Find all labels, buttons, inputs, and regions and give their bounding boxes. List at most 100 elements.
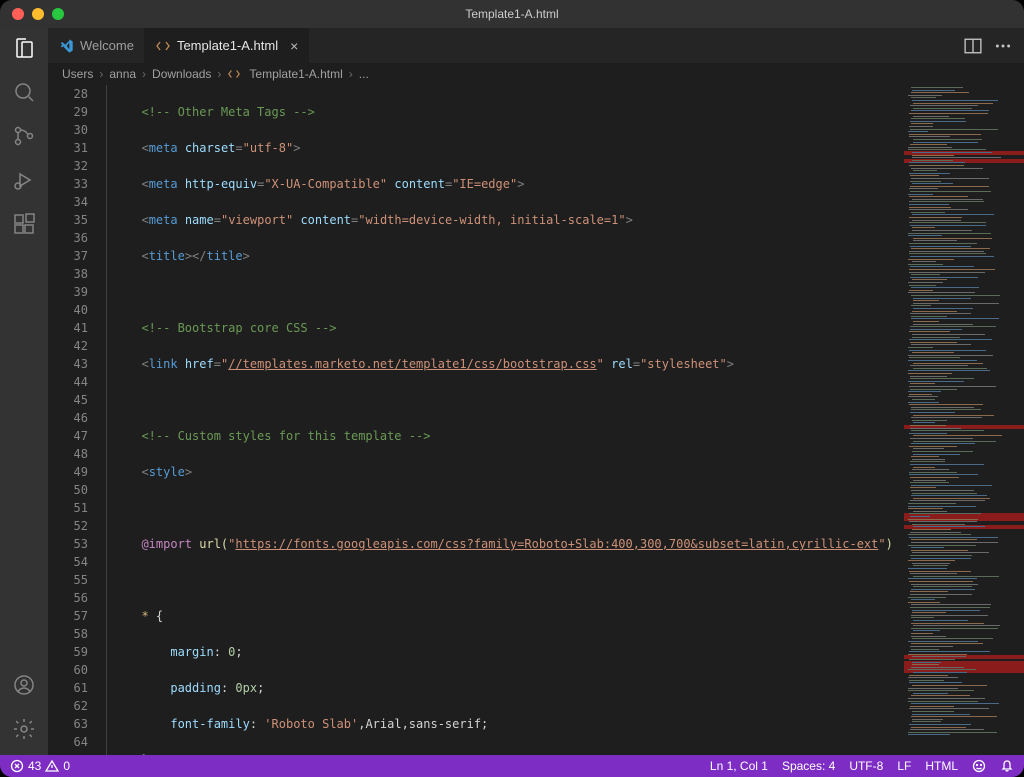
line-number: 33 bbox=[48, 175, 88, 193]
code-area[interactable]: <!-- Other Meta Tags --> <meta charset="… bbox=[106, 85, 904, 755]
minimap-line bbox=[912, 529, 951, 530]
line-number: 63 bbox=[48, 715, 88, 733]
notifications-bell-icon[interactable] bbox=[1000, 759, 1014, 773]
window-title: Template1-A.html bbox=[465, 7, 558, 21]
encoding[interactable]: UTF-8 bbox=[849, 759, 883, 773]
crumb-file[interactable]: Template1-A.html bbox=[249, 67, 342, 81]
search-icon[interactable] bbox=[12, 80, 36, 104]
code-token: font-family bbox=[170, 717, 249, 731]
minimap-line bbox=[910, 181, 941, 182]
code-token: href bbox=[185, 357, 214, 371]
minimap-line bbox=[913, 672, 967, 673]
minimap-line bbox=[910, 246, 971, 247]
line-number: 46 bbox=[48, 409, 88, 427]
minimap-line bbox=[912, 90, 955, 91]
minimap-line bbox=[912, 157, 1001, 158]
minimap-line bbox=[908, 131, 928, 132]
code-token: margin bbox=[170, 645, 213, 659]
minimap-line bbox=[911, 295, 1000, 296]
crumb-more[interactable]: ... bbox=[359, 67, 369, 81]
minimap-line bbox=[908, 578, 977, 579]
minimap-line bbox=[910, 428, 961, 429]
code-token bbox=[178, 177, 185, 191]
minimap-line bbox=[910, 500, 985, 501]
explorer-icon[interactable] bbox=[12, 36, 36, 60]
warning-triangle-icon bbox=[45, 759, 59, 773]
minimap[interactable]: /* generated below by loop */ bbox=[904, 85, 1024, 755]
more-actions-icon[interactable] bbox=[994, 37, 1012, 55]
split-editor-icon[interactable] bbox=[964, 37, 982, 55]
tab-welcome[interactable]: Welcome bbox=[48, 28, 145, 63]
minimap-line bbox=[911, 584, 978, 585]
minimap-line bbox=[910, 342, 957, 343]
minimap-line bbox=[911, 274, 940, 275]
minimap-line bbox=[911, 316, 947, 317]
error-circle-icon bbox=[10, 759, 24, 773]
minimap-line bbox=[909, 571, 971, 572]
code-token: { bbox=[149, 609, 163, 623]
close-window-button[interactable] bbox=[12, 8, 24, 20]
code-token: : bbox=[221, 681, 235, 695]
minimap-line bbox=[912, 469, 949, 470]
minimap-line bbox=[911, 409, 981, 410]
language-mode[interactable]: HTML bbox=[925, 759, 958, 773]
minimap-line bbox=[909, 682, 962, 683]
crumb-anna[interactable]: anna bbox=[109, 67, 136, 81]
minimap-line bbox=[913, 240, 957, 241]
minimap-line bbox=[912, 352, 954, 353]
code-token: "utf-8" bbox=[243, 141, 294, 155]
accounts-icon[interactable] bbox=[12, 673, 36, 697]
code-token: < bbox=[127, 465, 149, 479]
line-number: 29 bbox=[48, 103, 88, 121]
feedback-icon[interactable] bbox=[972, 759, 986, 773]
minimap-line bbox=[913, 303, 999, 304]
minimap-line bbox=[908, 506, 976, 507]
line-number: 53 bbox=[48, 535, 88, 553]
minimap-line bbox=[912, 155, 954, 156]
line-number: 64 bbox=[48, 733, 88, 751]
extensions-icon[interactable] bbox=[12, 212, 36, 236]
line-number: 59 bbox=[48, 643, 88, 661]
minimap-line bbox=[910, 706, 954, 707]
code-token: rel bbox=[611, 357, 633, 371]
minimap-line bbox=[912, 662, 941, 663]
minimize-window-button[interactable] bbox=[32, 8, 44, 20]
minimap-line bbox=[910, 646, 953, 647]
close-tab-icon[interactable]: × bbox=[290, 38, 298, 54]
eol[interactable]: LF bbox=[897, 759, 911, 773]
minimap-line bbox=[913, 576, 999, 577]
minimap-line bbox=[911, 485, 992, 486]
minimap-line bbox=[909, 134, 981, 135]
minimap-line bbox=[909, 201, 984, 202]
code-token: " bbox=[878, 537, 885, 551]
indentation[interactable]: Spaces: 4 bbox=[782, 759, 835, 773]
problems-errors[interactable]: 43 bbox=[10, 759, 41, 773]
code-token: > bbox=[243, 249, 250, 263]
minimap-line bbox=[912, 261, 936, 262]
minimap-line bbox=[911, 727, 966, 728]
crumb-users[interactable]: Users bbox=[62, 67, 93, 81]
cursor-position[interactable]: Ln 1, Col 1 bbox=[710, 759, 768, 773]
minimap-line bbox=[908, 508, 943, 509]
source-control-icon[interactable] bbox=[12, 124, 36, 148]
minimap-line bbox=[913, 108, 972, 109]
minimap-line bbox=[910, 461, 945, 462]
code-token: content bbox=[394, 177, 445, 191]
problems-warnings[interactable]: 0 bbox=[45, 759, 70, 773]
maximize-window-button[interactable] bbox=[52, 8, 64, 20]
minimap-line bbox=[913, 454, 960, 455]
minimap-line bbox=[911, 649, 939, 650]
settings-gear-icon[interactable] bbox=[12, 717, 36, 741]
tab-file[interactable]: Template1-A.html × bbox=[145, 28, 309, 63]
code-token: meta bbox=[149, 177, 178, 191]
crumb-downloads[interactable]: Downloads bbox=[152, 67, 211, 81]
code-token bbox=[127, 537, 141, 551]
code-token: http-equiv bbox=[185, 177, 257, 191]
minimap-line bbox=[912, 199, 983, 200]
code-token: " bbox=[597, 357, 604, 371]
minimap-line bbox=[909, 204, 949, 205]
minimap-line bbox=[908, 373, 952, 374]
run-debug-icon[interactable] bbox=[12, 168, 36, 192]
code-token: ></ bbox=[185, 249, 207, 263]
line-number: 55 bbox=[48, 571, 88, 589]
